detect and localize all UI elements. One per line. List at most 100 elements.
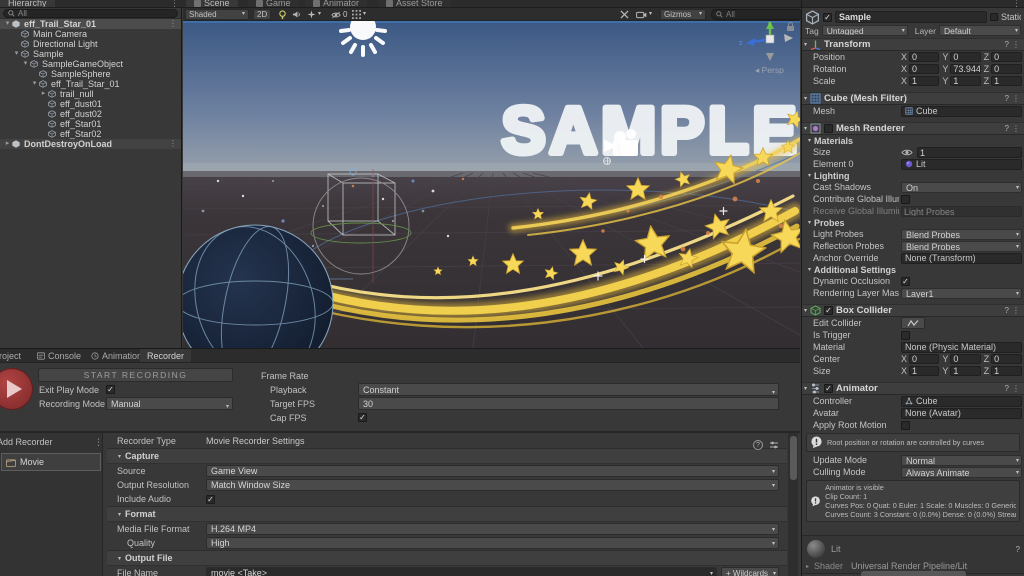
shader-value[interactable]: Universal Render Pipeline/Lit	[851, 561, 1020, 571]
receive-global-illumina-field[interactable]: Light Probes	[901, 206, 1022, 217]
hierarchy-item-eff-star02[interactable]: eff_Star02	[0, 129, 181, 139]
component-menu-icon[interactable]: ⋮	[1012, 40, 1020, 49]
collapse-arrow-icon[interactable]: ▾	[12, 49, 21, 59]
file-name-field[interactable]: movie <Take>	[206, 567, 717, 576]
component-header-cube-mesh-filter-[interactable]: ▾Cube (Mesh Filter)?⋮	[802, 92, 1024, 105]
dynamic-occlusion-checkbox[interactable]: ✓	[901, 277, 910, 286]
foldout-arrow-icon[interactable]: ▾	[804, 307, 807, 314]
component-header-animator[interactable]: ▾✓Animator?⋮	[802, 382, 1024, 395]
gizmos-dropdown[interactable]: Gizmos▾	[660, 9, 706, 20]
foldout-arrow-icon[interactable]: ▾	[804, 385, 807, 392]
scene-lighting-icon[interactable]	[275, 9, 290, 20]
component-enabled-checkbox[interactable]	[824, 124, 833, 133]
2d-toggle[interactable]: 2D	[253, 9, 271, 20]
collapse-arrow-icon[interactable]: ▾	[21, 59, 30, 69]
axis-x-field[interactable]: 1	[909, 366, 939, 376]
axis-y-field[interactable]: 0	[950, 52, 980, 62]
collapse-arrow-icon[interactable]: ▾	[30, 79, 39, 89]
expand-arrow-icon[interactable]: ▸	[39, 89, 48, 99]
quality-dropdown[interactable]: High	[206, 537, 779, 549]
edit-collider-button[interactable]	[901, 317, 925, 329]
object-name-field[interactable]: Sample	[835, 11, 987, 23]
foldout-materials[interactable]: ▾Materials	[802, 135, 1024, 146]
axis-y-field[interactable]: 0	[950, 354, 980, 364]
element-0-object-field[interactable]: Lit	[901, 159, 1022, 170]
help-icon[interactable]: ?	[1016, 545, 1020, 554]
tab-game[interactable]: Game	[248, 0, 299, 8]
help-icon[interactable]: ?	[1005, 384, 1009, 393]
reflection-probes-dropdown[interactable]: Blend Probes	[901, 241, 1022, 252]
foldout-additional-settings[interactable]: ▾Additional Settings	[802, 264, 1024, 275]
hierarchy-search-input[interactable]: All	[3, 9, 178, 18]
axis-y-field[interactable]: 73.944	[950, 64, 980, 74]
axis-x-field[interactable]: 1	[909, 76, 939, 86]
axis-z-field[interactable]: 0	[991, 354, 1022, 364]
tab-animator[interactable]: Animator	[305, 0, 367, 8]
scene-viewport[interactable]: SAMPLE	[183, 21, 800, 348]
anchor-override-object-field[interactable]: None (Transform)	[901, 253, 1022, 264]
component-header-box-collider[interactable]: ▾✓Box Collider?⋮	[802, 304, 1024, 317]
axis-y-field[interactable]: 1	[950, 76, 980, 86]
component-menu-icon[interactable]: ⋮	[1012, 384, 1020, 393]
contribute-global-illumi-checkbox[interactable]	[901, 195, 910, 204]
recorder-item-movie[interactable]: Movie	[1, 453, 101, 471]
component-header-mesh-renderer[interactable]: ▾Mesh Renderer?⋮	[802, 122, 1024, 135]
help-icon[interactable]: ?	[753, 440, 763, 450]
axis-z-field[interactable]: 0	[991, 52, 1022, 62]
avatar-object-field[interactable]: None (Avatar)	[901, 408, 1022, 419]
exit-play-mode-checkbox[interactable]: ✓	[106, 385, 115, 394]
axis-y-field[interactable]: 1	[950, 366, 980, 376]
scene-tools-icon[interactable]	[617, 9, 632, 20]
help-icon[interactable]: ?	[1005, 40, 1009, 49]
size-field[interactable]: 1	[917, 147, 1022, 158]
component-menu-icon[interactable]: ⋮	[1012, 124, 1020, 133]
wildcards-button[interactable]: + Wildcards	[721, 567, 779, 576]
tag-dropdown[interactable]: Untagged	[822, 25, 908, 36]
is-trigger-checkbox[interactable]	[901, 331, 910, 340]
axis-x-field[interactable]: 0	[909, 354, 939, 364]
grid-settings-dropdown[interactable]: ▾	[349, 9, 369, 20]
scene-effects-dropdown[interactable]: ▾	[304, 9, 324, 20]
recording-mode-dropdown[interactable]: Manual▾	[106, 397, 233, 410]
axis-x-field[interactable]: 0	[909, 52, 939, 62]
item-menu-icon[interactable]: ⋮	[169, 19, 177, 29]
material-object-field[interactable]: None (Physic Material)	[901, 342, 1022, 353]
add-recorder-header[interactable]: Add Recorder ⋮	[0, 433, 102, 451]
active-checkbox[interactable]: ✓	[823, 13, 832, 22]
shading-mode-dropdown[interactable]: Shaded▾	[185, 9, 249, 20]
hierarchy-item-eff-trail-star-01[interactable]: ▾eff_Trail_Star_01	[0, 79, 181, 89]
hierarchy-item-samplesphere[interactable]: SampleSphere	[0, 69, 181, 79]
tab-scene[interactable]: Scene	[186, 0, 238, 8]
section-format[interactable]: ▾Format	[107, 506, 787, 522]
expand-arrow-icon[interactable]: ▸	[3, 139, 12, 149]
tab-hierarchy[interactable]: Hierarchy	[0, 0, 55, 8]
tab-recorder[interactable]: Recorder	[140, 349, 191, 363]
scrollbar-thumb[interactable]	[790, 436, 797, 480]
hierarchy-item-trail-null[interactable]: ▸trail_null	[0, 89, 181, 99]
component-menu-icon[interactable]: ⋮	[1012, 306, 1020, 315]
output-resolution-dropdown[interactable]: Match Window Size	[206, 479, 779, 491]
item-menu-icon[interactable]: ⋮	[169, 139, 177, 149]
foldout-probes[interactable]: ▾Probes	[802, 217, 1024, 228]
rendering-layer-mask-dropdown[interactable]: Layer1	[901, 288, 1022, 299]
axis-x-field[interactable]: 0	[909, 64, 939, 74]
playback-dropdown[interactable]: Constant▾	[358, 383, 779, 396]
preset-icon[interactable]	[769, 440, 779, 450]
axis-z-field[interactable]: 1	[991, 76, 1022, 86]
hierarchy-item-dontdestroyonload[interactable]: ▸DontDestroyOnLoad⋮	[0, 139, 181, 149]
target-fps-field[interactable]: 30	[358, 397, 779, 410]
scene-camera-dropdown[interactable]: ▾	[633, 9, 655, 20]
include-audio-checkbox[interactable]: ✓	[206, 495, 215, 504]
culling-mode-dropdown[interactable]: Always Animate	[901, 467, 1022, 478]
cast-shadows-dropdown[interactable]: On	[901, 182, 1022, 193]
foldout-arrow-icon[interactable]: ▾	[804, 95, 807, 102]
hierarchy-menu-icon[interactable]: ⋮	[170, 0, 179, 8]
controller-object-field[interactable]: Cube	[901, 396, 1022, 407]
recorder-scrollbar[interactable]	[788, 433, 798, 576]
hierarchy-item-eff-trail-star-01[interactable]: ▾eff_Trail_Star_01⋮	[0, 19, 181, 29]
light-probes-dropdown[interactable]: Blend Probes	[901, 229, 1022, 240]
scene-visibility-toggle[interactable]: 0	[328, 9, 350, 20]
help-icon[interactable]: ?	[1005, 306, 1009, 315]
material-foldout-arrow-icon[interactable]: ▸	[806, 563, 809, 570]
foldout-arrow-icon[interactable]: ▾	[804, 41, 807, 48]
